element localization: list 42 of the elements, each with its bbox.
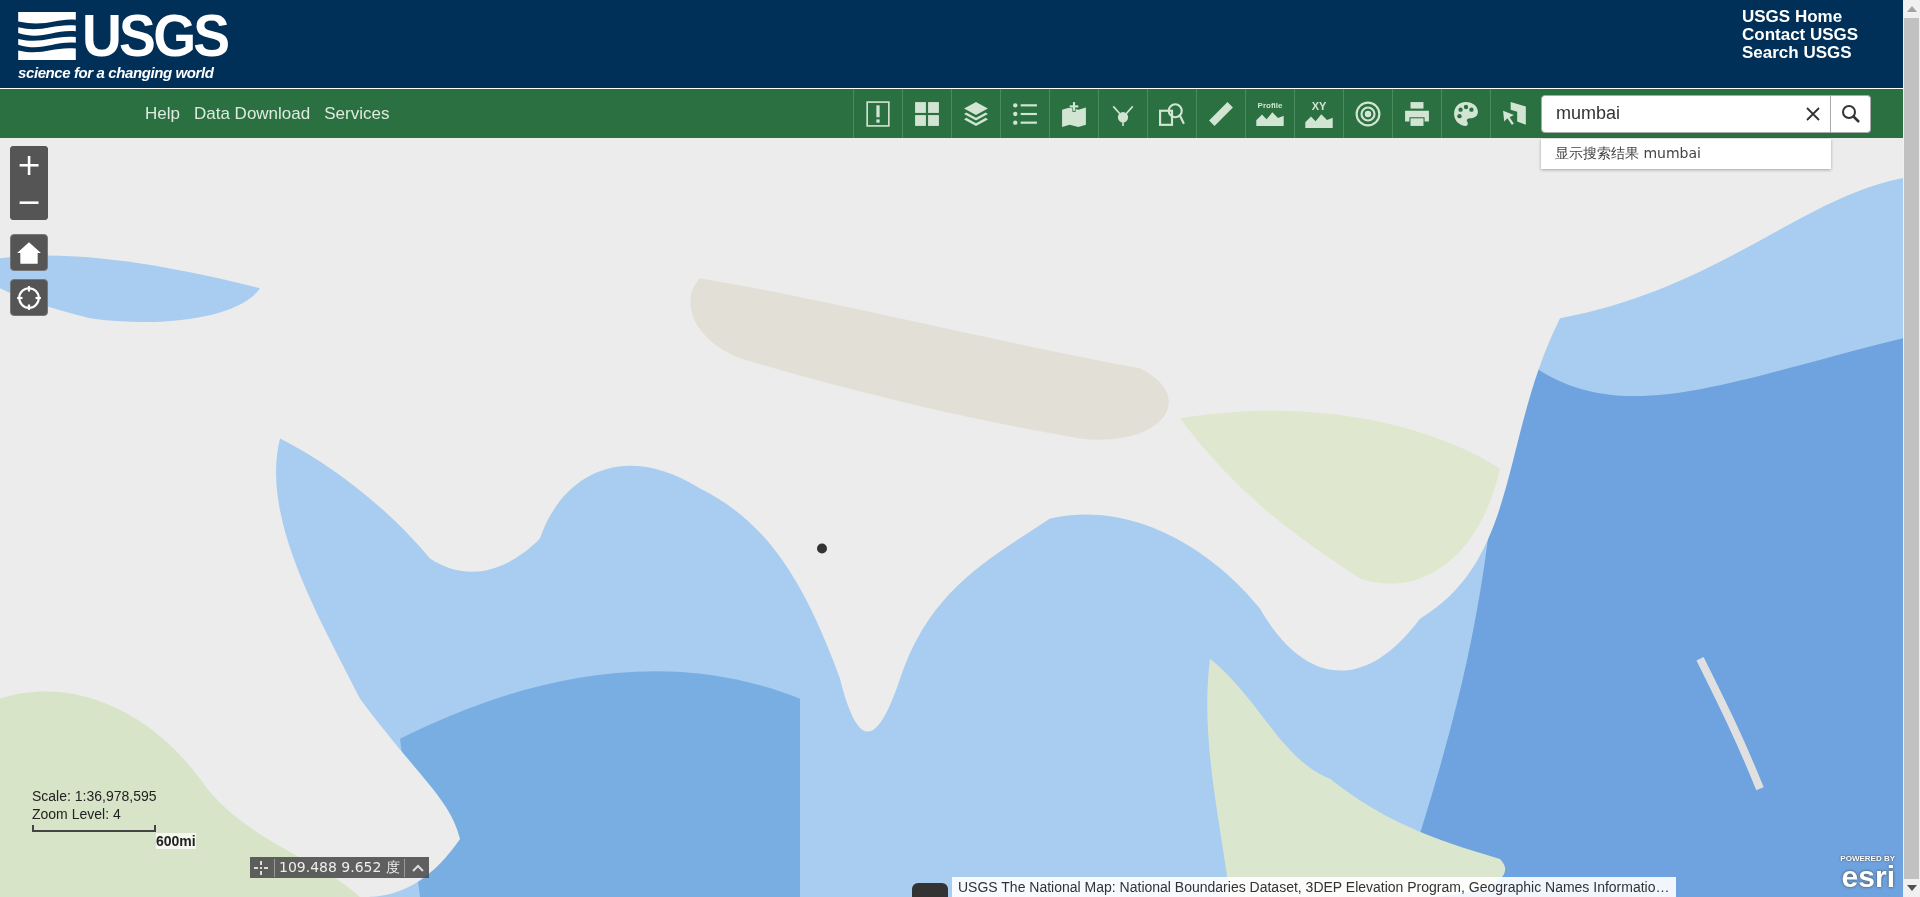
scrollbar[interactable] xyxy=(1903,0,1920,897)
panel-handle[interactable] xyxy=(912,883,948,897)
scale-text: Scale: 1:36,978,595 xyxy=(32,787,158,805)
locate-button[interactable] xyxy=(10,279,48,316)
crosshair-icon xyxy=(16,284,42,311)
menu-link[interactable]: Help xyxy=(145,103,180,124)
crosshair-icon[interactable] xyxy=(254,860,268,875)
powered-by-text: POWERED BY xyxy=(1840,854,1895,863)
list-icon xyxy=(1012,100,1038,127)
search-button[interactable] xyxy=(1831,94,1871,133)
menu-link[interactable]: Services xyxy=(324,103,390,124)
ruler-icon xyxy=(1208,100,1234,127)
header-link[interactable]: Contact USGS xyxy=(1742,26,1887,44)
search-suggestion[interactable]: 显示搜索结果 mumbai xyxy=(1541,138,1831,169)
palette-icon xyxy=(1453,100,1479,127)
search-icon xyxy=(1840,103,1861,124)
logo-wordmark: USGS xyxy=(82,10,228,62)
scroll-down-icon[interactable] xyxy=(1906,885,1917,891)
wave-logo-icon xyxy=(18,12,76,60)
exclamation-icon xyxy=(865,100,891,127)
document-search-icon xyxy=(1159,100,1185,127)
coordinates-text: 109.488 9.652 度 xyxy=(274,858,405,877)
scrollbar-thumb[interactable] xyxy=(1904,18,1919,879)
header-link[interactable]: USGS Home xyxy=(1742,8,1887,26)
header-link[interactable]: Search USGS xyxy=(1742,44,1887,62)
mountain-chart-icon xyxy=(1256,110,1284,126)
layers-icon xyxy=(963,100,989,127)
zoom-level-text: Zoom Level: 4 xyxy=(32,805,122,823)
esri-logo: esri xyxy=(1841,863,1895,891)
grid-icon xyxy=(914,100,940,127)
attribution-text: USGS The National Map: National Boundaries Dataset, 3DEP Elevation Program, Geographic Names Informatio… xyxy=(952,877,1676,897)
mountain-chart-icon xyxy=(1305,111,1333,128)
menu-link[interactable]: Data Download xyxy=(193,103,311,124)
map-pointer-icon xyxy=(1502,100,1528,127)
printer-icon xyxy=(1404,100,1430,127)
scale-bar-label: 600mi xyxy=(156,833,196,849)
clear-icon[interactable] xyxy=(1805,105,1821,122)
map-plus-icon xyxy=(1061,100,1087,127)
target-icon xyxy=(1355,100,1381,127)
search-field[interactable]: mumbai xyxy=(1541,94,1831,133)
logo-tagline: science for a changing world xyxy=(18,64,215,81)
home-button[interactable] xyxy=(10,234,48,271)
